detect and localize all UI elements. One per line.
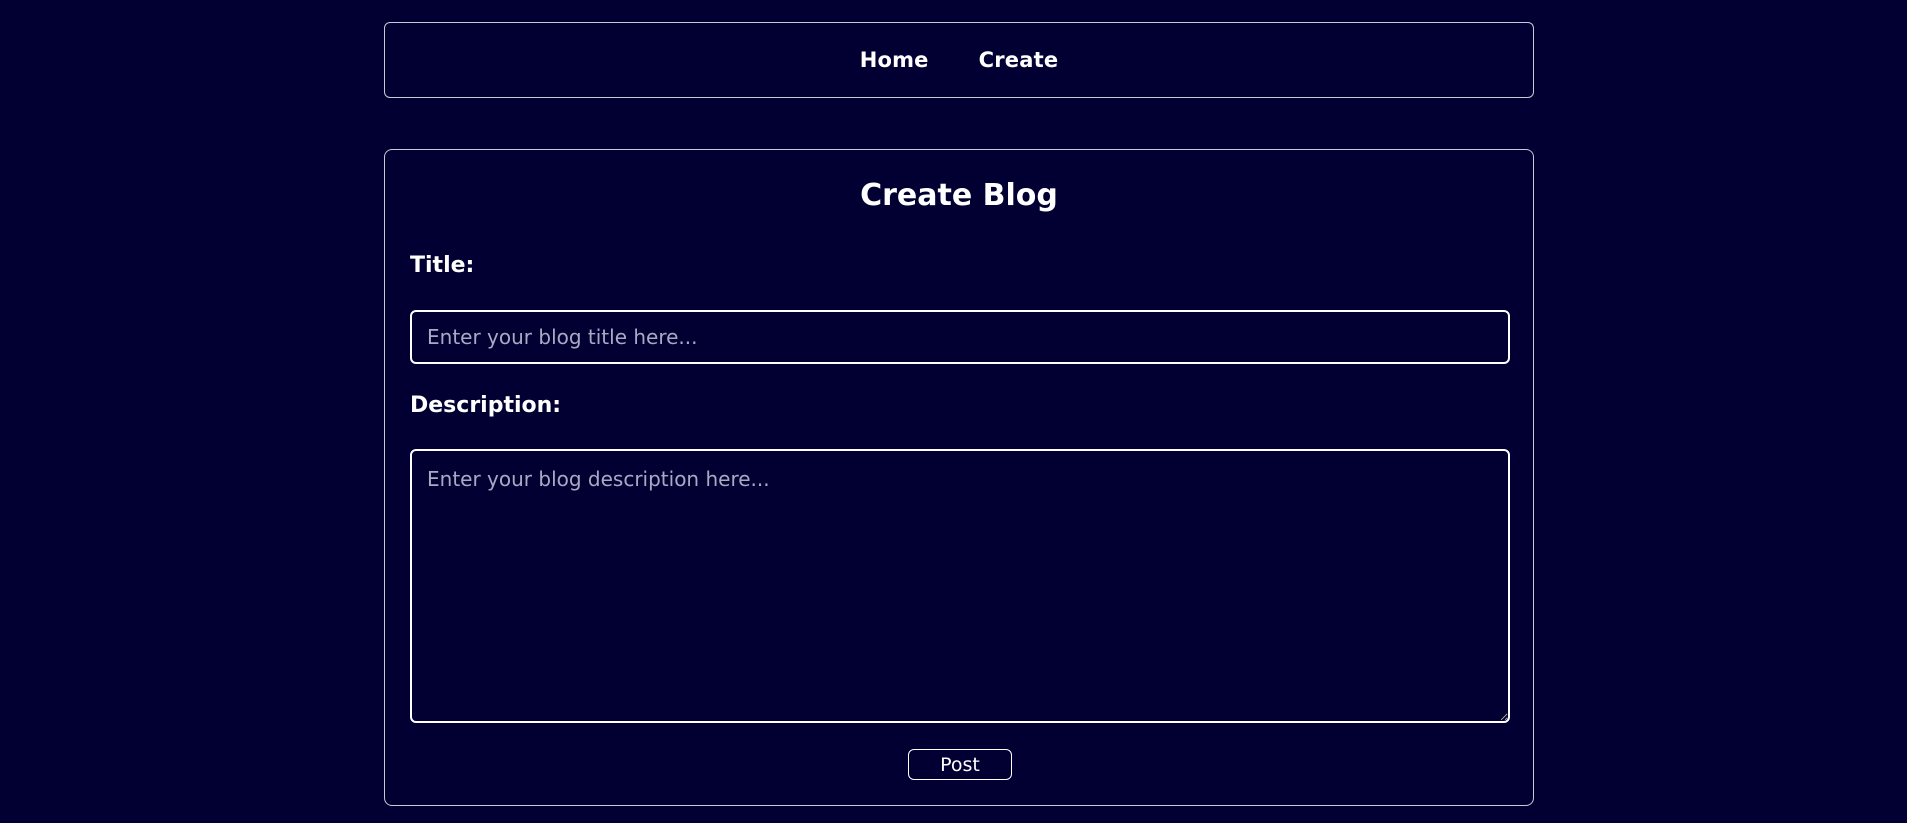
title-input[interactable] [410,310,1510,364]
description-textarea[interactable] [410,449,1510,723]
navbar: Home Create [384,22,1534,98]
post-button[interactable]: Post [908,749,1012,780]
description-label: Description: [410,393,562,418]
page-title: Create Blog [860,178,1058,213]
create-blog-card: Create Blog Title: Description: Post [384,149,1534,806]
title-label: Title: [410,253,475,278]
nav-link-create[interactable]: Create [979,48,1059,72]
nav-link-home[interactable]: Home [860,48,929,72]
